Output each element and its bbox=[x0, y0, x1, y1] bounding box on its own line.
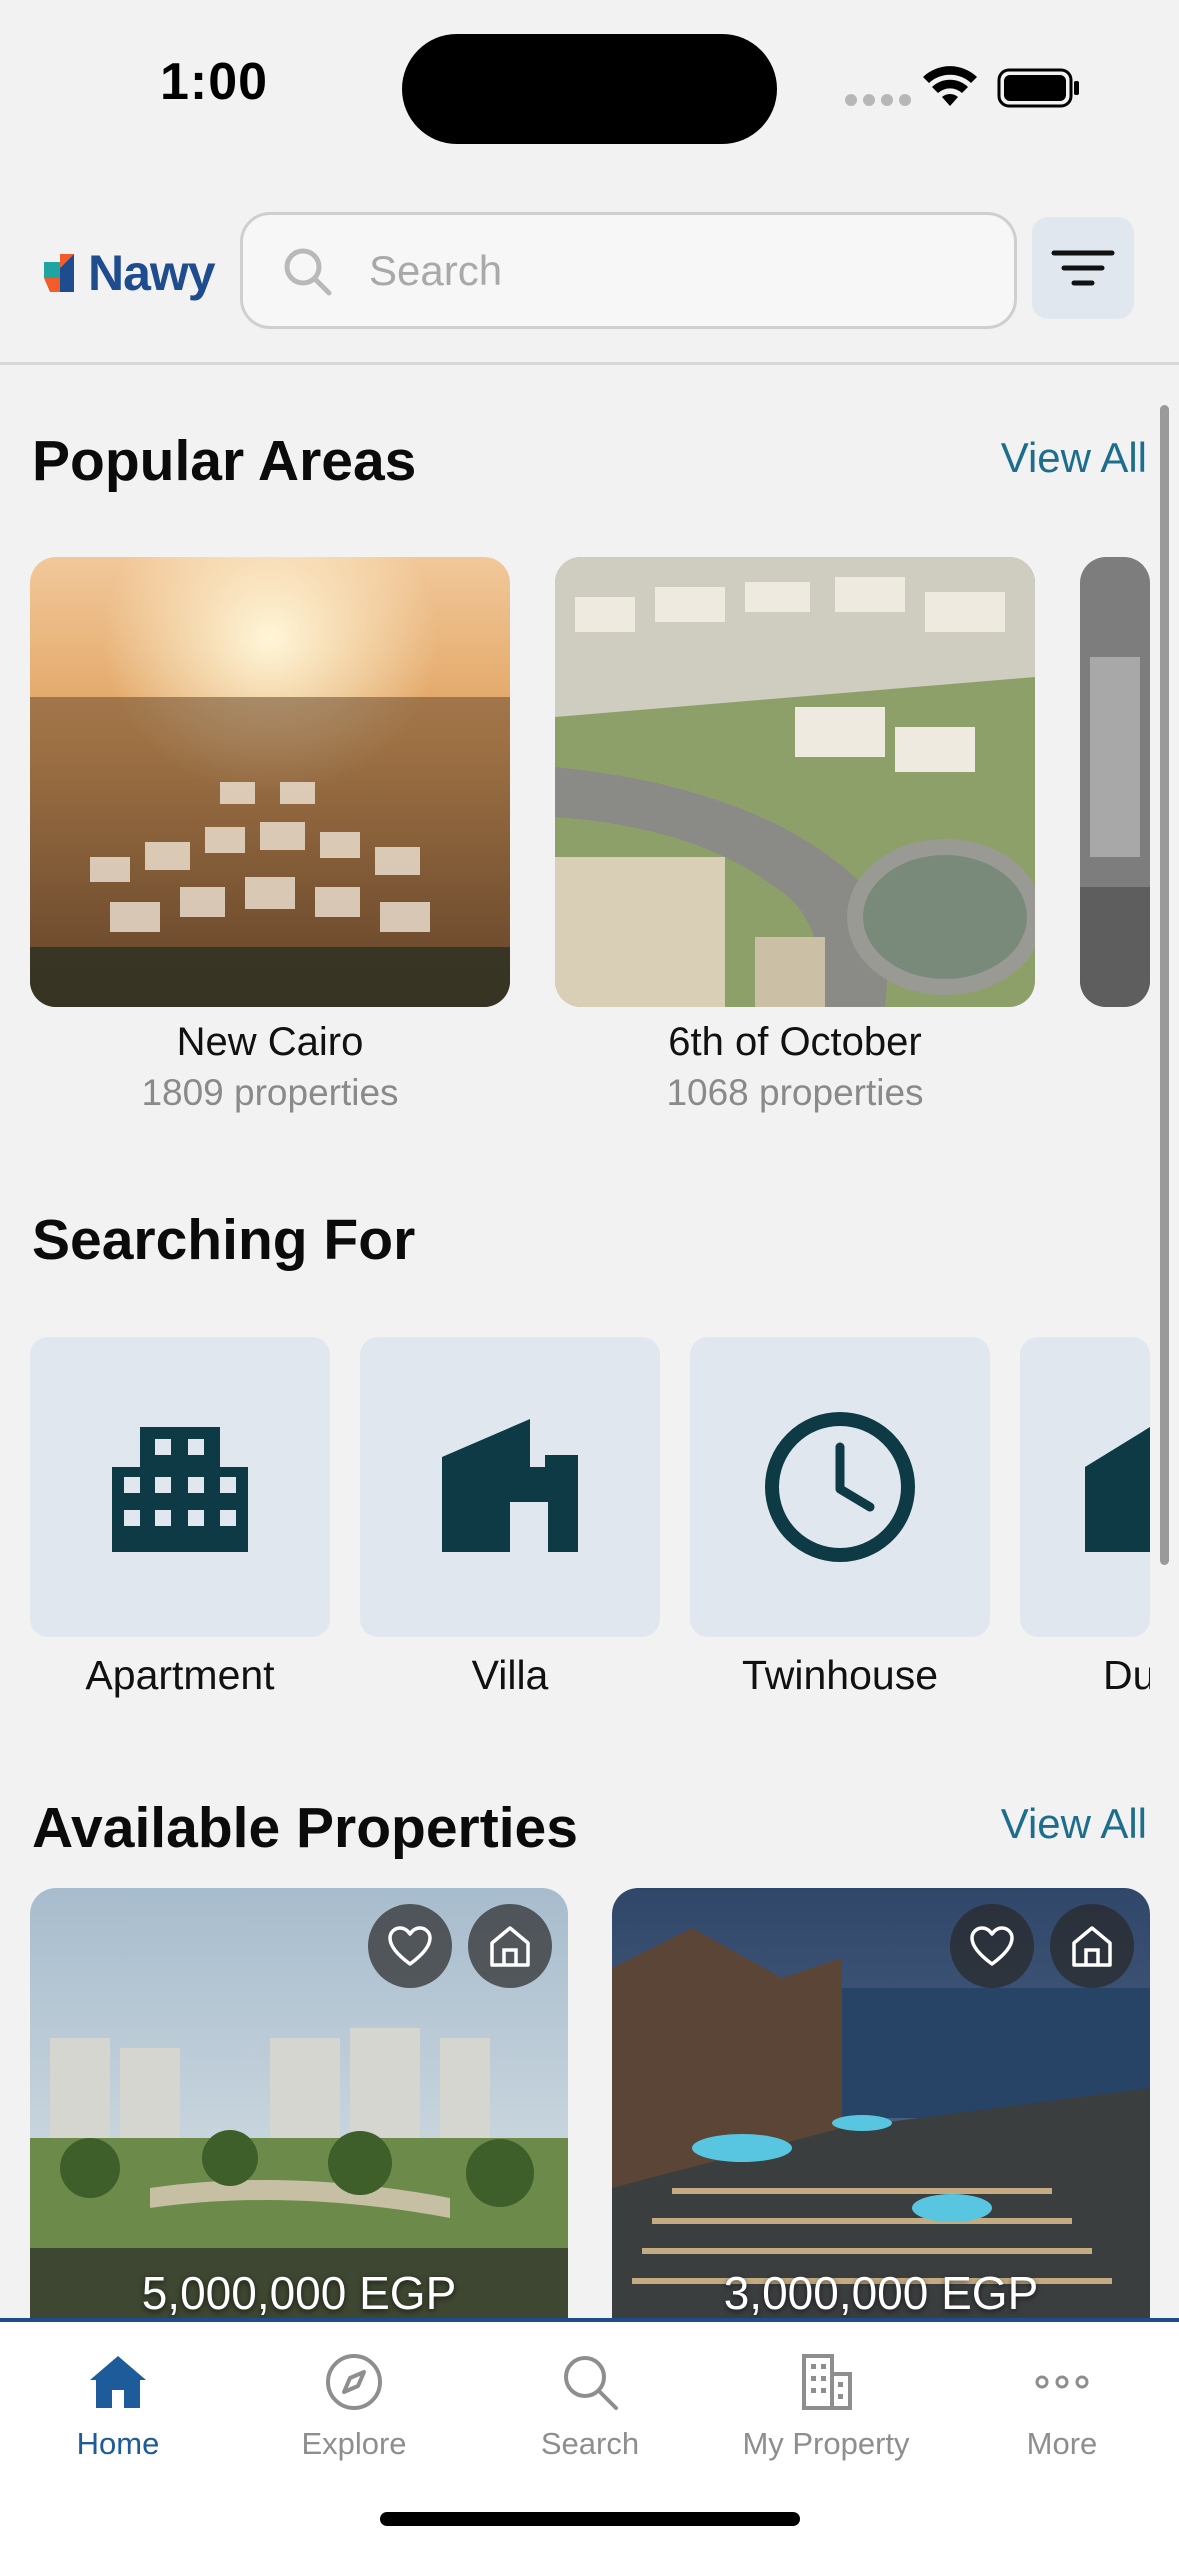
area-name: 6th of October bbox=[668, 1020, 922, 1064]
property-type-label: Twinhouse bbox=[741, 1652, 938, 1698]
building-icon bbox=[802, 2354, 852, 2410]
section-title-popular-areas: Popular Areas bbox=[32, 429, 417, 493]
area-card-6th-of-october[interactable] bbox=[555, 557, 1035, 1007]
section-title-searching-for: Searching For bbox=[32, 1208, 416, 1272]
tab-label: More bbox=[1026, 2426, 1098, 2461]
filter-button[interactable] bbox=[1032, 217, 1134, 319]
villa-icon bbox=[442, 1419, 578, 1552]
more-dots-icon bbox=[1035, 2375, 1089, 2389]
cellular-signal-icon bbox=[845, 94, 911, 106]
property-type-label: Du bbox=[1103, 1652, 1150, 1698]
apartment-building-icon bbox=[112, 1427, 248, 1552]
property-type-twinhouse[interactable] bbox=[690, 1337, 990, 1637]
search-input[interactable]: Search bbox=[240, 212, 1017, 329]
heart-icon bbox=[970, 1926, 1014, 1966]
tab-more[interactable]: More bbox=[944, 2350, 1179, 2462]
search-icon bbox=[564, 2356, 618, 2410]
popular-areas-view-all-link[interactable]: View All bbox=[1001, 434, 1147, 482]
area-card-partial[interactable] bbox=[1080, 557, 1150, 1007]
property-card[interactable]: 3,000,000 EGP bbox=[612, 1888, 1150, 2320]
tab-label: Search bbox=[540, 2426, 640, 2461]
status-bar: 1:00 bbox=[0, 0, 1179, 170]
property-price: 5,000,000 EGP bbox=[141, 2267, 457, 2319]
property-type-label: Apartment bbox=[85, 1652, 275, 1698]
nawy-logo-mark-icon bbox=[44, 254, 74, 292]
tab-search[interactable]: Search bbox=[472, 2350, 708, 2462]
search-icon bbox=[284, 248, 332, 295]
available-properties-view-all-link[interactable]: View All bbox=[1001, 1800, 1147, 1848]
tab-label: My Property bbox=[742, 2426, 910, 2461]
duplex-icon bbox=[1085, 1427, 1150, 1552]
house-icon bbox=[490, 1926, 530, 1967]
wifi-icon bbox=[923, 66, 977, 106]
tab-label: Explore bbox=[301, 2426, 407, 2461]
property-price: 3,000,000 EGP bbox=[723, 2267, 1039, 2319]
area-count: 1809 properties bbox=[141, 1072, 399, 1113]
battery-icon bbox=[997, 68, 1079, 108]
home-indicator[interactable] bbox=[380, 2512, 800, 2526]
status-time: 1:00 bbox=[160, 53, 269, 111]
area-name: New Cairo bbox=[176, 1020, 364, 1064]
favorite-button[interactable] bbox=[368, 1904, 452, 1988]
compass-icon bbox=[326, 2354, 382, 2410]
app-header: Nawy Search bbox=[0, 200, 1179, 365]
property-type-duplex[interactable] bbox=[1020, 1337, 1150, 1637]
house-icon bbox=[1072, 1926, 1112, 1967]
scrollbar[interactable] bbox=[1160, 405, 1169, 1565]
filter-icon bbox=[1051, 250, 1115, 286]
compare-button[interactable] bbox=[468, 1904, 552, 1988]
tab-home[interactable]: Home bbox=[0, 2350, 236, 2462]
clock-icon bbox=[765, 1412, 915, 1562]
nawy-logo[interactable]: Nawy bbox=[44, 244, 216, 302]
section-title-available-properties: Available Properties bbox=[32, 1796, 578, 1860]
search-placeholder: Search bbox=[369, 246, 503, 294]
property-type-villa[interactable] bbox=[360, 1337, 660, 1637]
heart-icon bbox=[388, 1926, 432, 1966]
area-image-6th-of-october bbox=[555, 557, 1035, 1007]
property-card[interactable]: 5,000,000 EGP bbox=[30, 1888, 568, 2320]
favorite-button[interactable] bbox=[950, 1904, 1034, 1988]
area-image-partial bbox=[1080, 557, 1150, 1007]
dynamic-island bbox=[402, 34, 777, 144]
compare-button[interactable] bbox=[1050, 1904, 1134, 1988]
area-image-new-cairo bbox=[30, 557, 510, 1007]
area-card-new-cairo[interactable] bbox=[30, 557, 510, 1007]
property-type-label: Villa bbox=[471, 1652, 549, 1698]
logo-text: Nawy bbox=[88, 245, 216, 301]
home-icon bbox=[90, 2356, 146, 2408]
area-count: 1068 properties bbox=[666, 1072, 924, 1113]
tab-explore[interactable]: Explore bbox=[236, 2350, 472, 2462]
tab-label: Home bbox=[76, 2426, 160, 2461]
property-type-apartment[interactable] bbox=[30, 1337, 330, 1637]
tab-my-property[interactable]: My Property bbox=[708, 2350, 944, 2462]
